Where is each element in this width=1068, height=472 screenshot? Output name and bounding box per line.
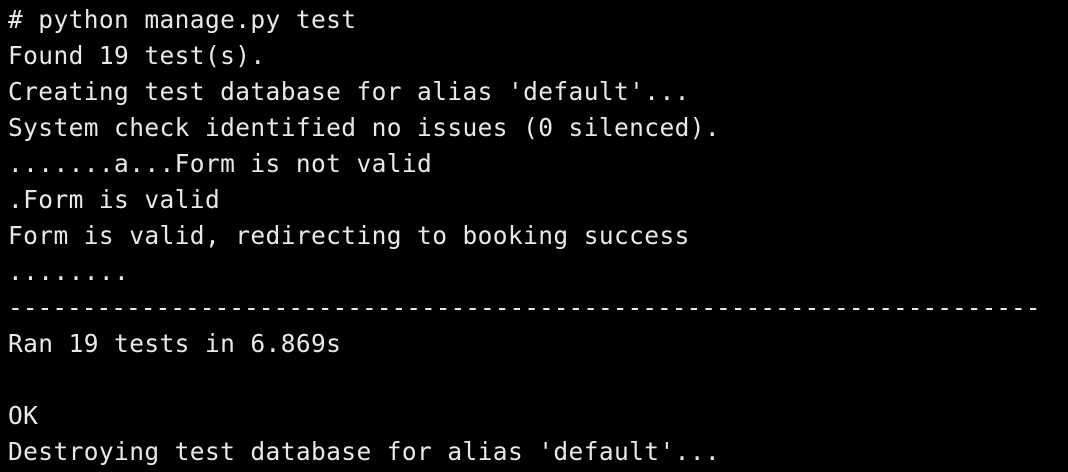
command-line: # python manage.py test [8, 5, 357, 34]
output-line-progress-2: .Form is valid [8, 185, 221, 214]
output-line-ok: OK [8, 401, 39, 430]
separator-line: ----------------------------------------… [8, 293, 1041, 322]
output-line-found-tests: Found 19 test(s). [8, 41, 266, 70]
output-line-ran-tests: Ran 19 tests in 6.869s [8, 329, 342, 358]
output-line-destroy-db: Destroying test database for alias 'defa… [8, 437, 721, 466]
terminal-window[interactable]: # python manage.py test Found 19 test(s)… [0, 0, 1068, 472]
output-line-progress-1: .......a...Form is not valid [8, 149, 433, 178]
output-line-redirect: Form is valid, redirecting to booking su… [8, 221, 690, 250]
output-line-progress-3: ........ [8, 257, 130, 286]
output-line-create-db: Creating test database for alias 'defaul… [8, 77, 690, 106]
output-line-system-check: System check identified no issues (0 sil… [8, 113, 721, 142]
